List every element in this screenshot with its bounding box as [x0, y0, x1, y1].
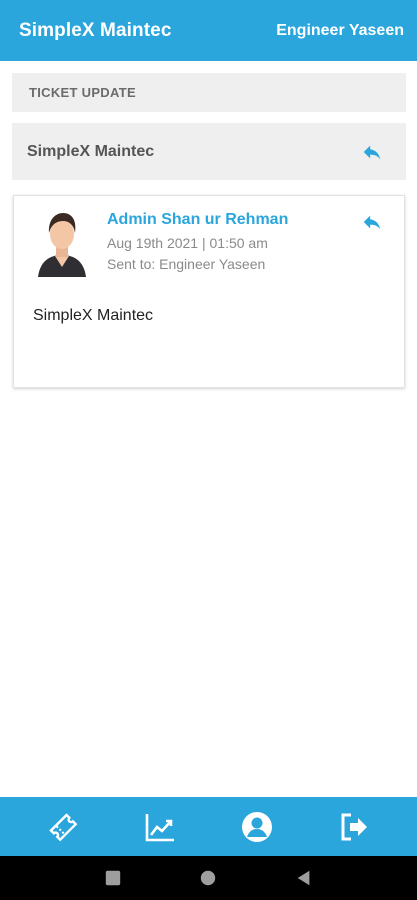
current-user-name[interactable]: Engineer Yaseen — [276, 22, 404, 40]
message-recipient: Sent to: Engineer Yaseen — [107, 256, 266, 272]
ticket-subject: SimpleX Maintec — [27, 142, 155, 160]
profile-icon[interactable] — [233, 803, 281, 851]
chart-icon[interactable] — [136, 803, 184, 851]
message-sender: Admin Shan ur Rehman — [107, 211, 289, 228]
message-timestamp: Aug 19th 2021 | 01:50 am — [107, 235, 268, 251]
section-header: TICKET UPDATE — [12, 73, 406, 112]
message-reply-icon[interactable] — [360, 210, 384, 234]
section-header-label: TICKET UPDATE — [29, 85, 136, 100]
message-body: SimpleX Maintec — [33, 307, 154, 324]
logout-icon[interactable] — [330, 803, 378, 851]
recents-icon[interactable] — [98, 863, 128, 893]
back-icon[interactable] — [289, 863, 319, 893]
system-nav-bar — [0, 856, 417, 900]
message-card: Admin Shan ur Rehman Aug 19th 2021 | 01:… — [13, 195, 405, 388]
bottom-nav — [0, 797, 417, 856]
user-avatar — [34, 207, 90, 277]
message-meta: Admin Shan ur Rehman Aug 19th 2021 | 01:… — [107, 211, 288, 275]
reply-icon-graphic — [363, 215, 381, 230]
ticket-icon[interactable] — [39, 803, 87, 851]
app-bar: SimpleX Maintec Engineer Yaseen — [0, 0, 417, 61]
home-icon[interactable] — [193, 863, 223, 893]
reply-icon-graphic — [363, 145, 381, 159]
app-title: SimpleX Maintec — [19, 19, 172, 41]
ticket-subject-bar: SimpleX Maintec — [12, 123, 406, 180]
reply-icon[interactable] — [360, 140, 384, 164]
